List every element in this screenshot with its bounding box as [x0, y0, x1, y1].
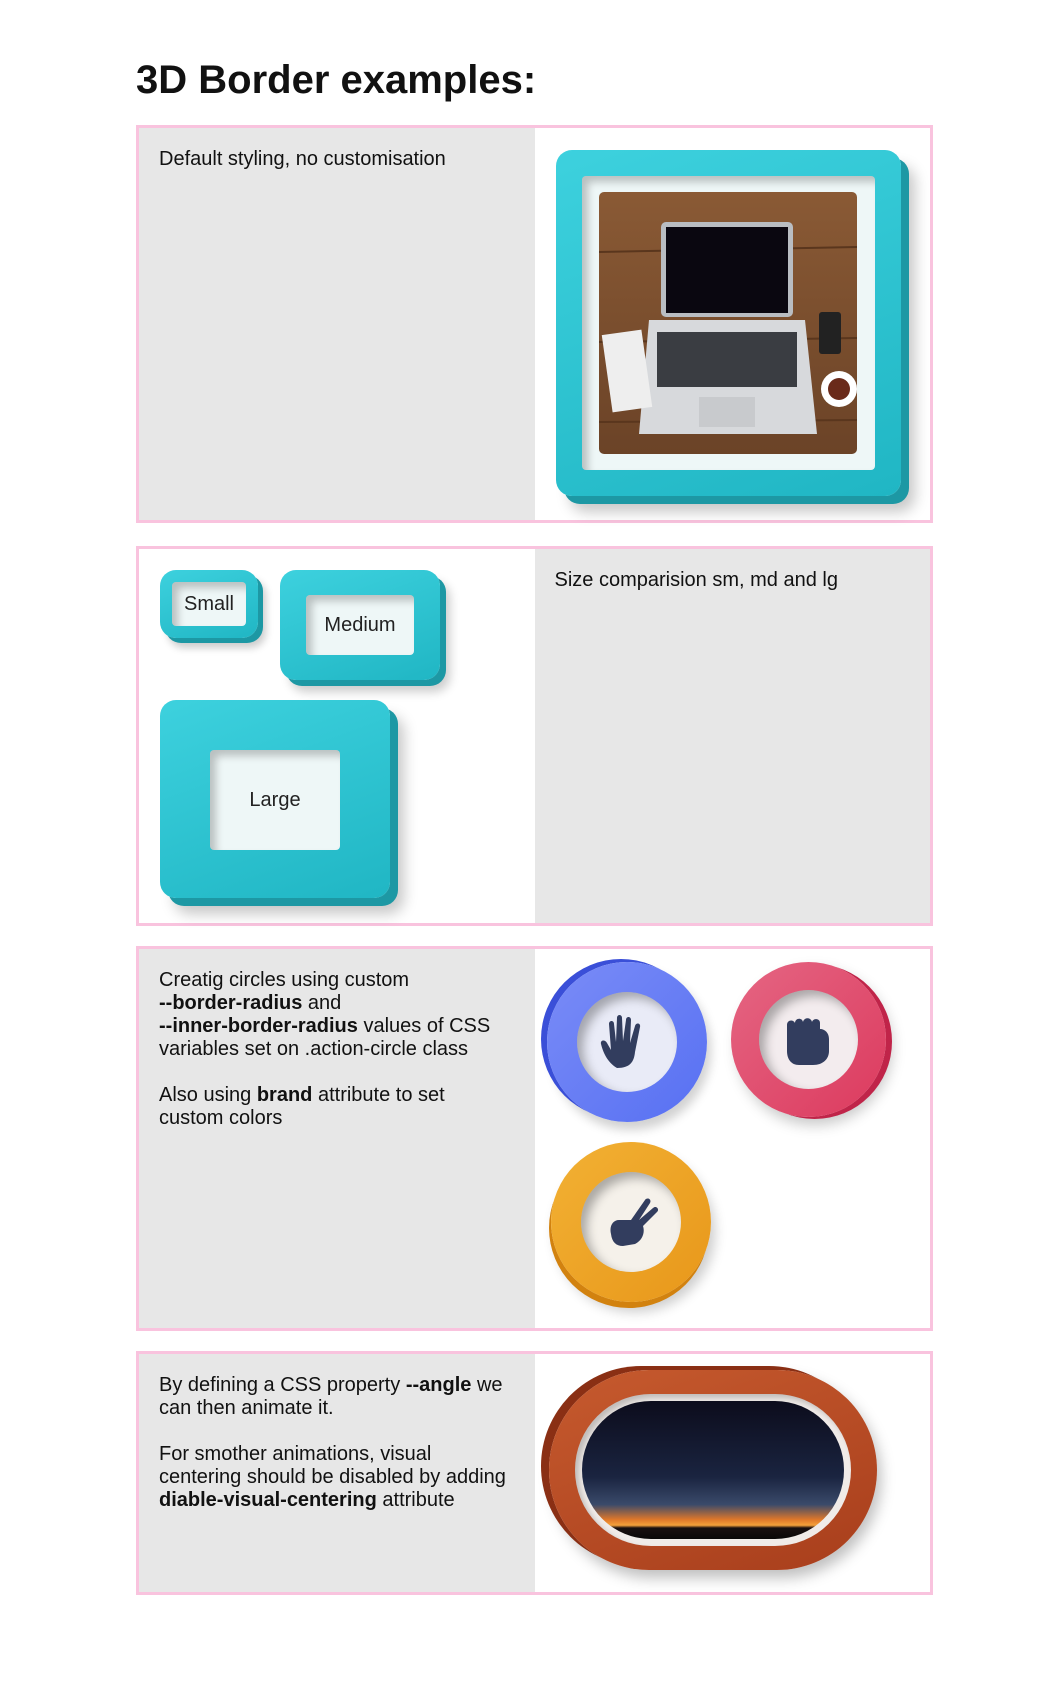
circle-inner — [580, 1172, 681, 1272]
frame-inner — [581, 176, 875, 470]
example-circles: Creatig circles using custom --border-ra… — [136, 946, 933, 1331]
fist-icon — [787, 1017, 829, 1065]
description-panel: Default styling, no customisation — [139, 128, 535, 520]
yellow-action-circle[interactable] — [550, 1142, 711, 1302]
example-angle: By defining a CSS property --angle we ca… — [136, 1351, 933, 1595]
description-panel: Size comparision sm, md and lg — [534, 549, 930, 923]
description-text: Creatig circles using custom --border-ra… — [139, 949, 535, 1173]
demo-panel — [534, 128, 930, 520]
circle-inner — [576, 992, 677, 1092]
large-label: Large — [210, 750, 340, 850]
example-sizes: Small Medium Large Size comparision sm, … — [136, 546, 933, 926]
text: attribute — [382, 1489, 455, 1511]
description-panel: Creatig circles using custom --border-ra… — [139, 949, 535, 1328]
demo-panel — [534, 949, 930, 1328]
circle-inner — [758, 990, 858, 1089]
description-text: By defining a CSS property --angle we ca… — [139, 1354, 535, 1555]
text: For smother animations, visual centering… — [159, 1443, 506, 1488]
text: By defining a CSS property — [159, 1374, 401, 1396]
attribute-name: diable-visual-centering — [159, 1489, 377, 1511]
text: and — [307, 992, 342, 1014]
text: Also using — [159, 1084, 252, 1106]
page-title: 3D Border examples: — [136, 58, 537, 102]
medium-label: Medium — [306, 595, 414, 655]
large-frame: Large — [160, 700, 390, 898]
oval-inner-rim — [574, 1394, 851, 1546]
css-var-name: --border-radius — [159, 992, 303, 1014]
demo-panel: Small Medium Large — [139, 549, 535, 923]
blue-action-circle[interactable] — [546, 962, 707, 1122]
description-text: Size comparision sm, md and lg — [554, 569, 838, 591]
peace-hand-icon — [609, 1198, 658, 1246]
css-var-name: --inner-border-radius — [159, 1015, 358, 1037]
demo-panel — [534, 1354, 930, 1592]
attribute-name: brand — [256, 1084, 313, 1106]
css-var-name: --angle — [405, 1374, 472, 1396]
oval-3d-frame[interactable] — [548, 1370, 877, 1570]
sunset-photo — [581, 1401, 844, 1539]
open-hand-icon — [600, 1015, 640, 1068]
red-action-circle[interactable] — [730, 962, 886, 1117]
text: Creatig circles using custom — [159, 969, 410, 991]
laptop-photo — [599, 192, 857, 454]
description-panel: By defining a CSS property --angle we ca… — [139, 1354, 535, 1592]
teal-3d-frame — [555, 150, 901, 496]
small-label: Small — [172, 582, 246, 626]
small-frame: Small — [160, 570, 258, 638]
example-default: Default styling, no customisation — [136, 125, 933, 523]
description-text: Default styling, no customisation — [159, 148, 446, 170]
medium-frame: Medium — [280, 570, 440, 680]
